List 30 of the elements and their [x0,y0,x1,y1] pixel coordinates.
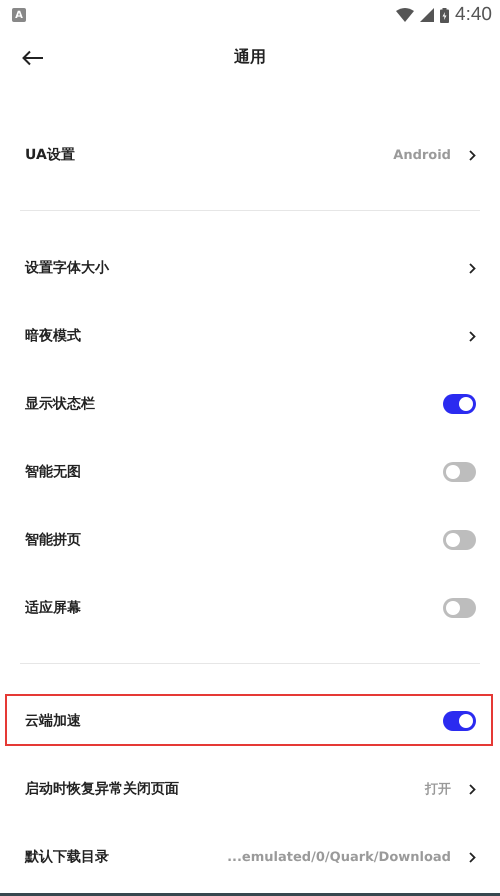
status-time: 4:40 [455,4,492,26]
notification-badge: A [12,8,26,22]
setting-label: 设置字体大小 [25,259,110,277]
setting-label: UA设置 [25,146,76,164]
wifi-icon [396,8,414,22]
page-title: 通用 [234,47,266,68]
setting-label: 云端加速 [25,712,82,730]
toggle-switch[interactable] [443,394,476,414]
battery-icon [440,8,450,22]
setting-label: 智能拼页 [25,531,82,549]
setting-value: 打开 [425,781,451,798]
setting-label: 适应屏幕 [25,599,82,617]
chevron-icon[interactable] [469,852,476,862]
toggle-switch[interactable] [443,598,476,618]
toggle-switch[interactable] [443,711,476,731]
chevron-icon[interactable] [469,784,476,794]
setting-value: Android [393,148,451,162]
back-arrow-icon[interactable] [22,50,44,66]
setting-label: 暗夜模式 [25,327,82,345]
signal-icon [420,8,434,22]
setting-label: 显示状态栏 [25,395,96,413]
toggle-switch[interactable] [443,462,476,482]
setting-value: ...emulated/0/Quark/Download [227,850,451,864]
toggle-switch[interactable] [443,530,476,550]
chevron-icon[interactable] [469,330,476,342]
chevron-icon[interactable] [469,262,476,274]
setting-label: 默认下载目录 [25,848,110,866]
chevron-icon[interactable] [469,150,476,160]
setting-label: 智能无图 [25,463,82,481]
setting-label: 启动时恢复异常关闭页面 [25,780,180,798]
